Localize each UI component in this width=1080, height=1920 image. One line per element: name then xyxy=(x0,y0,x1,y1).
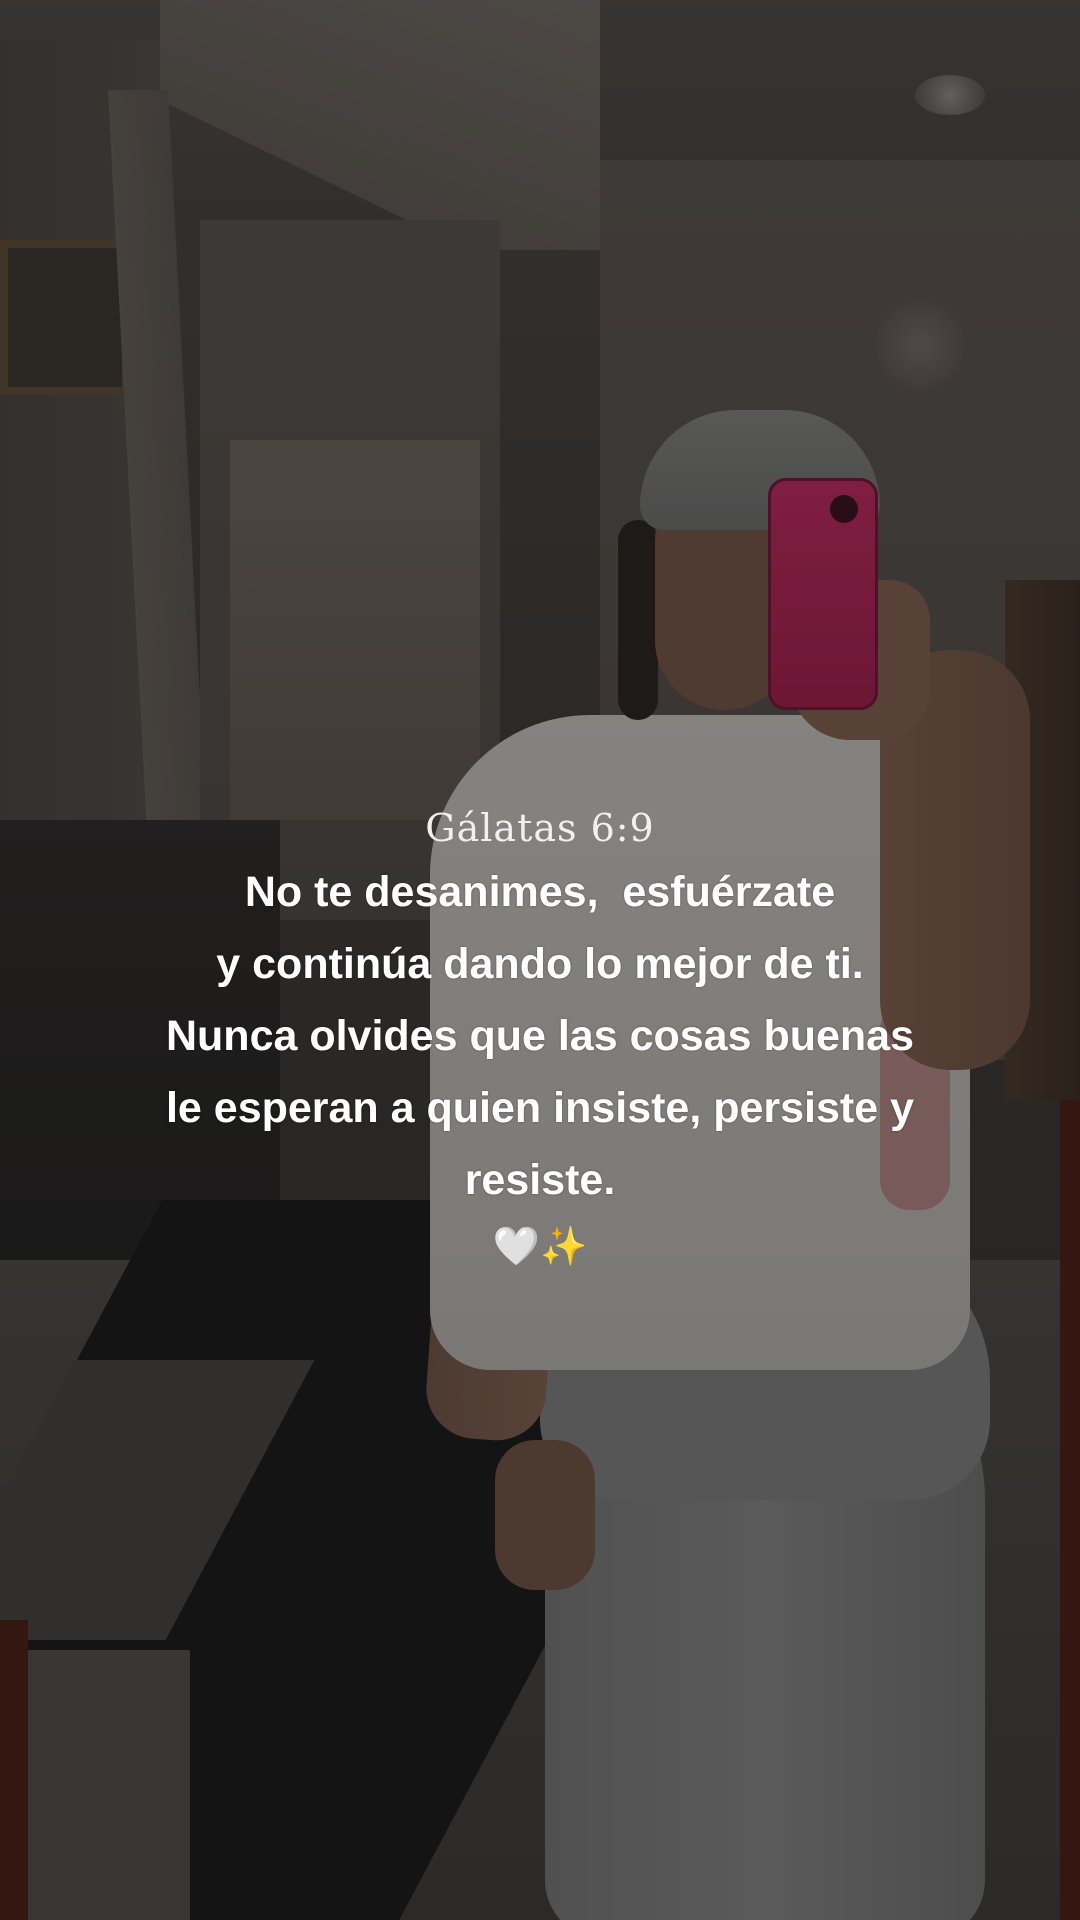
quote-line-2: y continúa dando lo mejor de ti. xyxy=(216,940,864,988)
quote-line-4: le esperan a quien insiste, persiste y xyxy=(165,1084,915,1132)
quote-overlay: Gálatas 6:9 No te desanimes, esfuérzate … xyxy=(0,800,1080,1276)
photo-background: Gálatas 6:9 No te desanimes, esfuérzate … xyxy=(0,0,1080,1920)
quote-line-3: Nunca olvides que las cosas buenas xyxy=(165,1012,914,1060)
white-heart-icon: 🤍 xyxy=(492,1224,540,1268)
sparkles-icon: ✨ xyxy=(540,1224,588,1268)
emoji-row: 🤍✨ xyxy=(0,1216,1080,1276)
verse-reference: Gálatas 6:9 xyxy=(425,806,655,850)
quote-line-1: No te desanimes, esfuérzate xyxy=(244,868,836,916)
quote-line-5: resiste. xyxy=(464,1156,616,1204)
